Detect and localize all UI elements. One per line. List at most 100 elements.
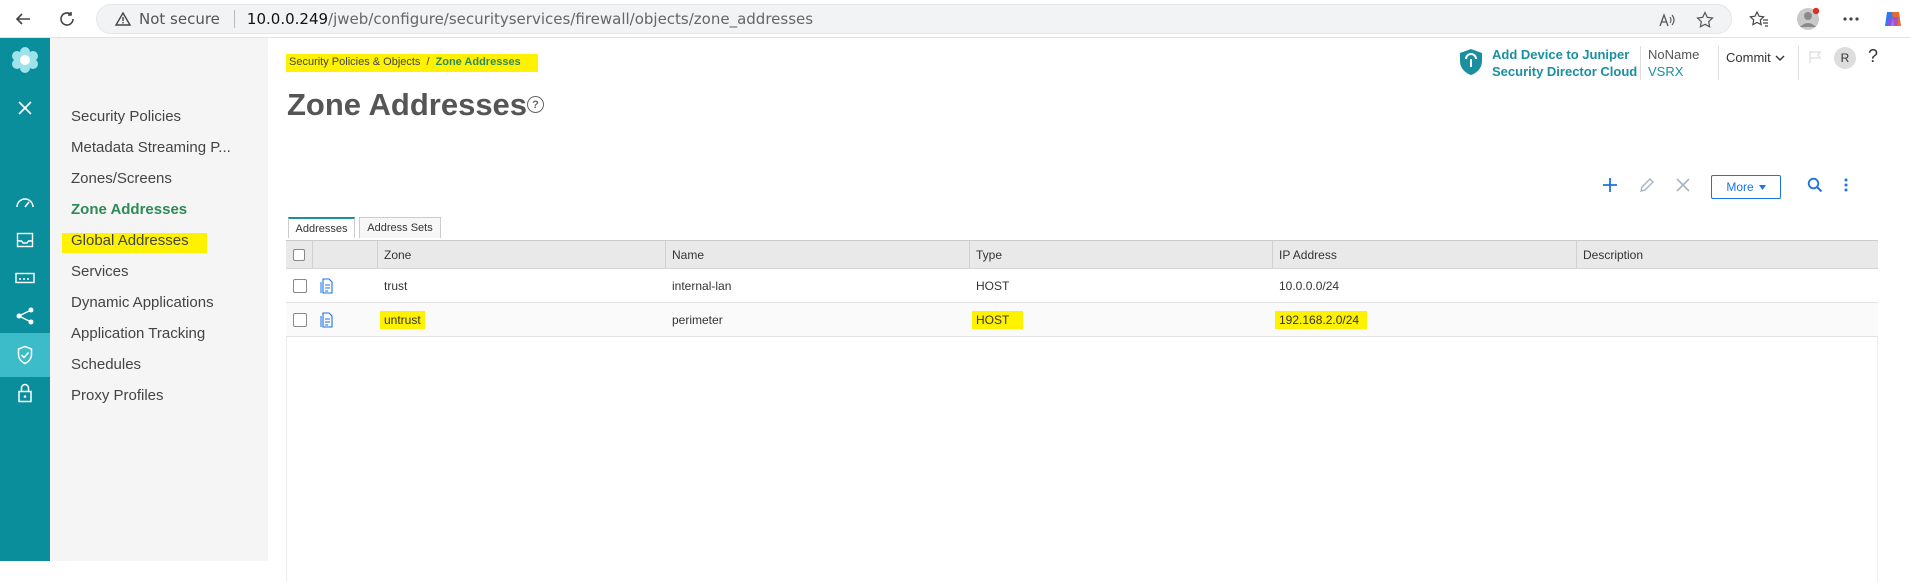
more-options-icon[interactable] bbox=[1838, 6, 1864, 32]
device-name: NoName bbox=[1648, 47, 1700, 62]
addresses-table: Zone Name Type IP Address Description tr… bbox=[286, 240, 1878, 582]
browser-toolbar: Not secure 10.0.0.249/jweb/configure/sec… bbox=[0, 0, 1910, 38]
device-model: VSRX bbox=[1648, 64, 1684, 79]
cell-zone: trust bbox=[384, 278, 408, 293]
url-text[interactable]: 10.0.0.249/jweb/configure/securityservic… bbox=[247, 10, 813, 28]
profile-icon[interactable] bbox=[1795, 6, 1821, 32]
nav-item-zone-addresses[interactable]: Zone Addresses bbox=[71, 201, 187, 218]
nav-item-schedules[interactable]: Schedules bbox=[71, 356, 141, 373]
tab-addresses[interactable]: Addresses bbox=[288, 217, 355, 238]
detail-cell bbox=[312, 303, 377, 336]
page-title: Zone Addresses bbox=[287, 87, 528, 122]
nav-item-security-policies[interactable]: Security Policies bbox=[71, 108, 181, 125]
cell-type: HOST bbox=[976, 278, 1010, 293]
url-host: 10.0.0.249 bbox=[246, 10, 329, 28]
table-header: Zone Name Type IP Address Description bbox=[286, 241, 1878, 269]
search-icon[interactable] bbox=[1804, 174, 1826, 196]
warning-icon bbox=[115, 11, 131, 27]
copilot-icon[interactable] bbox=[1880, 6, 1906, 32]
sdc-shield-icon bbox=[1460, 49, 1482, 75]
url-path: /jweb/configure/securityservices/firewal… bbox=[328, 10, 814, 28]
close-icon[interactable] bbox=[0, 86, 50, 130]
breadcrumb-current: Zone Addresses bbox=[435, 56, 521, 68]
column-header-zone[interactable]: Zone bbox=[377, 241, 665, 268]
ip-cell: 192.168.2.0/24 bbox=[1272, 303, 1576, 336]
cell-ip-address: 10.0.0.0/24 bbox=[1279, 278, 1340, 293]
column-header-type[interactable]: Type bbox=[969, 241, 1272, 268]
more-button[interactable]: More bbox=[1711, 175, 1781, 199]
column-header-ip-address[interactable]: IP Address bbox=[1272, 241, 1576, 268]
avatar[interactable]: R bbox=[1834, 47, 1856, 69]
cell-name: perimeter bbox=[672, 312, 723, 327]
cell-zone: untrust bbox=[380, 310, 425, 329]
nav-item-global-addresses[interactable]: Global Addresses bbox=[71, 232, 189, 249]
nav-item-dynamic-applications[interactable]: Dynamic Applications bbox=[71, 294, 214, 311]
security-label[interactable]: Not secure bbox=[139, 10, 220, 28]
chevron-down-icon bbox=[1775, 55, 1785, 61]
sdc-link[interactable]: Add Device to Juniper Security Director … bbox=[1458, 46, 1637, 80]
commit-button[interactable]: Commit bbox=[1726, 50, 1785, 65]
nav-item-application-tracking[interactable]: Application Tracking bbox=[71, 325, 205, 342]
main-content: Security Policies & Objects / Zone Address… bbox=[268, 38, 1910, 582]
notification-flag-icon[interactable] bbox=[1808, 50, 1824, 64]
logo-icon[interactable] bbox=[0, 38, 50, 82]
address-bar[interactable]: Not secure 10.0.0.249/jweb/configure/sec… bbox=[96, 4, 1732, 34]
divider bbox=[1718, 46, 1719, 80]
details-icon[interactable] bbox=[320, 277, 334, 294]
column-header-description[interactable]: Description bbox=[1576, 241, 1878, 268]
nav-item-zones-screens[interactable]: Zones/Screens bbox=[71, 170, 172, 187]
cell-type: HOST bbox=[972, 310, 1024, 329]
network-icon[interactable] bbox=[0, 294, 50, 338]
type-cell: HOST bbox=[969, 303, 1272, 336]
breadcrumb-separator: / bbox=[426, 56, 430, 68]
nav-item-proxy-profiles[interactable]: Proxy Profiles bbox=[71, 387, 164, 404]
zone-cell: untrust bbox=[377, 303, 665, 336]
column-header-name[interactable]: Name bbox=[665, 241, 969, 268]
more-label: More bbox=[1726, 180, 1754, 194]
caret-down-icon bbox=[1758, 184, 1766, 190]
add-icon[interactable] bbox=[1599, 174, 1621, 196]
row-checkbox[interactable] bbox=[293, 278, 307, 293]
tab-address-sets[interactable]: Address Sets bbox=[359, 217, 441, 238]
address-separator bbox=[233, 10, 235, 28]
icon-rail bbox=[0, 38, 50, 561]
select-all-cell bbox=[286, 241, 312, 268]
secondary-nav: Security Policies Metadata Streaming P..… bbox=[50, 38, 268, 561]
back-icon[interactable] bbox=[10, 6, 36, 32]
cell-description bbox=[1576, 303, 1878, 336]
row-select-cell bbox=[286, 269, 312, 302]
help-icon[interactable]: ? bbox=[527, 96, 544, 113]
delete-icon[interactable] bbox=[1672, 174, 1694, 196]
favorite-star-icon[interactable] bbox=[1695, 10, 1715, 30]
detail-cell bbox=[312, 269, 377, 302]
column-separator bbox=[312, 241, 313, 268]
table-row[interactable]: untrust perimeter HOST 192.168.2.0/24 bbox=[286, 303, 1878, 337]
favorites-icon[interactable] bbox=[1746, 6, 1772, 32]
cell-name: internal-lan bbox=[672, 278, 732, 293]
breadcrumb-parent[interactable]: Security Policies & Objects bbox=[289, 56, 420, 68]
row-select-cell bbox=[286, 303, 312, 336]
lock-icon[interactable] bbox=[0, 371, 50, 415]
kebab-menu-icon[interactable] bbox=[1835, 174, 1857, 196]
device-info: NoName VSRX bbox=[1648, 46, 1699, 80]
read-aloud-icon[interactable] bbox=[1657, 10, 1677, 30]
commit-label: Commit bbox=[1726, 50, 1771, 65]
help-button[interactable]: ? bbox=[1868, 46, 1878, 67]
reload-icon[interactable] bbox=[54, 6, 80, 32]
sdc-line1: Add Device to Juniper bbox=[1492, 47, 1630, 62]
breadcrumb: Security Policies & Objects / Zone Address… bbox=[289, 56, 521, 68]
table-row[interactable]: trust internal-lan HOST 10.0.0.0/24 bbox=[286, 269, 1878, 303]
divider bbox=[1640, 46, 1641, 80]
row-checkbox[interactable] bbox=[293, 312, 307, 327]
details-icon[interactable] bbox=[320, 311, 334, 328]
nav-item-metadata-streaming[interactable]: Metadata Streaming P... bbox=[71, 139, 231, 156]
cell-description bbox=[1576, 269, 1878, 302]
sdc-text: Add Device to Juniper Security Director … bbox=[1492, 46, 1637, 80]
sdc-line2: Security Director Cloud bbox=[1492, 64, 1638, 79]
nav-item-services[interactable]: Services bbox=[71, 263, 129, 280]
edit-icon[interactable] bbox=[1636, 174, 1658, 196]
cell-ip-address: 192.168.2.0/24 bbox=[1275, 310, 1368, 329]
select-all-checkbox[interactable] bbox=[293, 248, 305, 261]
table-empty-area bbox=[286, 337, 1878, 582]
divider bbox=[1798, 46, 1799, 80]
